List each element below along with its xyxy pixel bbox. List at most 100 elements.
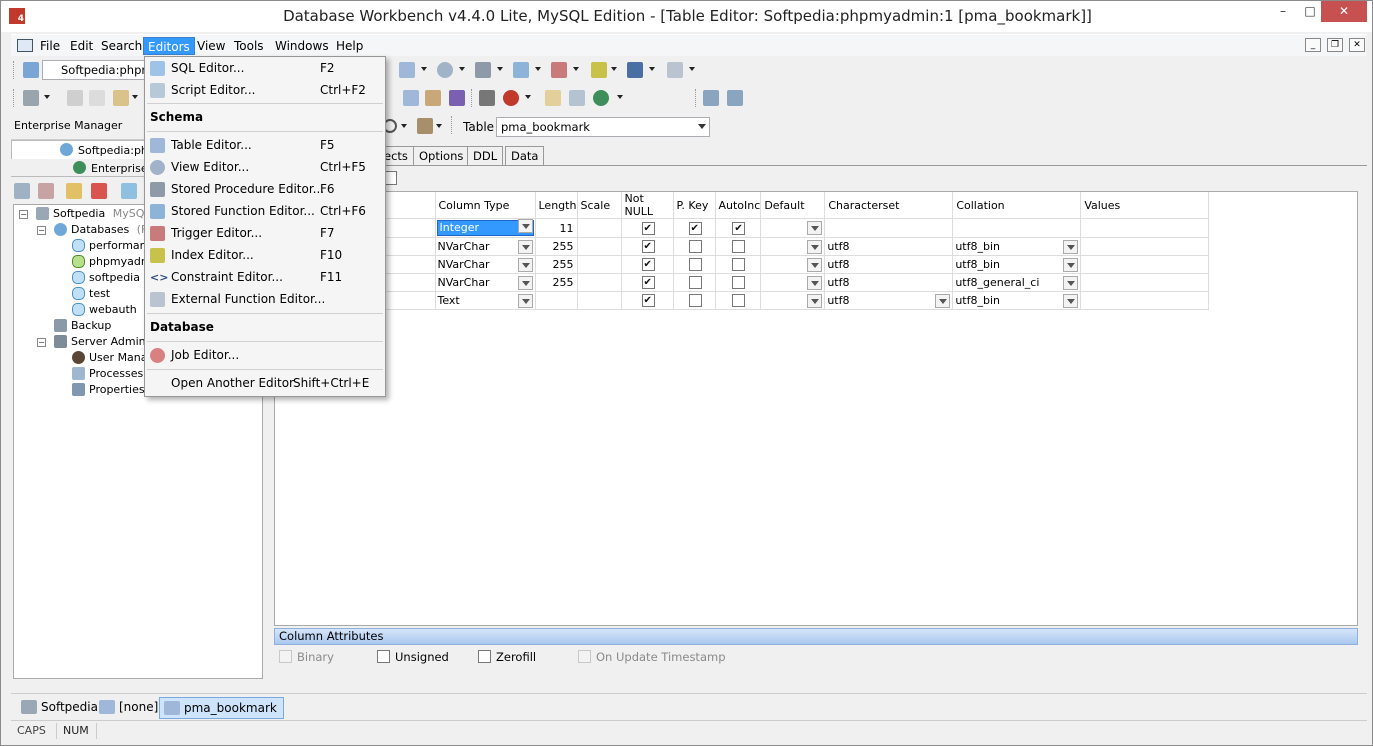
table-row[interactable]: NVarChar 255 utf8 utf8_general_ci [275, 273, 1210, 292]
cell-not-null[interactable] [621, 273, 674, 292]
cell-charset[interactable]: utf8 [824, 237, 954, 256]
cell-not-null[interactable] [621, 291, 674, 310]
folder-icon[interactable] [66, 183, 82, 199]
menu-search[interactable]: Search [97, 37, 146, 55]
cell-not-null[interactable] [621, 237, 674, 256]
menu-item-job-editor[interactable]: Job Editor... [147, 345, 383, 366]
table-row[interactable]: NVarChar 255 utf8 utf8_bin [275, 237, 1210, 256]
col-header-collation[interactable]: Collation [952, 192, 1082, 219]
cell-values[interactable] [1080, 255, 1210, 274]
menu-tools[interactable]: Tools [230, 37, 268, 55]
cell-length[interactable]: 255 [535, 273, 578, 292]
cell-values[interactable] [1080, 237, 1210, 256]
cell-type[interactable]: NVarChar [435, 237, 536, 256]
cell-pkey[interactable] [673, 255, 716, 274]
print-icon[interactable] [23, 90, 39, 106]
chevron-down-icon[interactable] [517, 276, 533, 290]
mdi-child-icon[interactable] [17, 39, 33, 52]
table-row[interactable]: Text utf8 utf8_bin [275, 291, 1210, 310]
cell-charset[interactable] [824, 218, 954, 238]
chevron-down-icon[interactable] [1063, 276, 1079, 290]
cell-scale[interactable] [577, 273, 622, 292]
chevron-down-icon[interactable] [517, 219, 533, 233]
cell-length[interactable]: 255 [535, 237, 578, 256]
cell-autoinc[interactable] [715, 218, 762, 238]
paste-icon[interactable] [113, 90, 129, 106]
autoinc-checkbox[interactable] [732, 276, 746, 290]
menu-windows[interactable]: Windows [271, 37, 333, 55]
cut-icon[interactable] [67, 90, 83, 106]
mdi-restore-button[interactable]: ❐ [1327, 38, 1343, 52]
menu-item-view-editor[interactable]: View Editor... Ctrl+F5 [147, 157, 383, 178]
cell-length[interactable]: 11 [535, 218, 578, 238]
chevron-down-icon[interactable] [617, 95, 623, 99]
cell-autoinc[interactable] [715, 255, 762, 274]
collapse-icon[interactable]: − [37, 226, 46, 235]
cell-not-null[interactable] [621, 255, 674, 274]
menu-item-open-another-editor[interactable]: Open Another Editor Shift+Ctrl+E [147, 373, 383, 394]
chevron-down-icon[interactable] [44, 95, 50, 99]
chevron-down-icon[interactable] [807, 276, 823, 290]
server-compare-icon[interactable] [727, 90, 743, 106]
not-null-checkbox[interactable] [641, 276, 655, 290]
mdi-close-button[interactable]: ✕ [1349, 38, 1365, 52]
menu-file[interactable]: File [36, 37, 64, 55]
tab-data[interactable]: Data [505, 146, 545, 165]
autoinc-checkbox[interactable] [732, 258, 746, 272]
menu-item-script-editor[interactable]: Script Editor... Ctrl+F2 [147, 80, 383, 101]
pkey-checkbox[interactable] [688, 221, 702, 235]
cell-default[interactable] [760, 237, 826, 256]
delete-icon[interactable] [91, 183, 107, 199]
cell-type[interactable]: Text [435, 291, 536, 310]
not-null-checkbox[interactable] [641, 258, 655, 272]
server-icon[interactable] [23, 62, 39, 78]
menu-item-sql-editor[interactable]: SQL Editor... F2 [147, 58, 383, 79]
chevron-down-icon[interactable] [807, 258, 823, 272]
view-icon[interactable] [437, 62, 453, 78]
tree-node-server[interactable]: Softpedia MySQL [36, 206, 151, 222]
mdi-minimize-button[interactable]: _ [1305, 38, 1321, 52]
task-none[interactable]: [none] [95, 697, 164, 719]
cell-values[interactable] [1080, 218, 1210, 238]
chevron-down-icon[interactable] [436, 124, 442, 128]
cell-scale[interactable] [577, 255, 622, 274]
cell-scale[interactable] [577, 291, 622, 310]
cell-default[interactable] [760, 273, 826, 292]
col-header-charset[interactable]: Characterset [824, 192, 954, 219]
cell-collation[interactable] [952, 218, 1082, 238]
zerofill-checkbox-box[interactable] [478, 650, 491, 663]
cell-autoinc[interactable] [715, 291, 762, 310]
book-icon[interactable] [425, 90, 441, 106]
menu-item-stored-function-editor[interactable]: Stored Function Editor... Ctrl+F6 [147, 201, 383, 222]
globe-icon[interactable] [593, 90, 609, 106]
pkey-checkbox[interactable] [688, 294, 702, 308]
tree-node-databases[interactable]: Databases (Fi [54, 222, 150, 238]
menu-item-constraint-editor[interactable]: <> Constraint Editor... F11 [147, 267, 383, 288]
function-icon[interactable] [513, 62, 529, 78]
procedure-icon[interactable] [475, 62, 491, 78]
collapse-icon[interactable]: − [19, 210, 28, 219]
cell-pkey[interactable] [673, 291, 716, 310]
tree-node-db[interactable]: webauth [72, 302, 137, 318]
cell-length[interactable]: 255 [535, 255, 578, 274]
table-row[interactable]: Integer 11 [275, 218, 1210, 238]
brush-icon[interactable] [449, 90, 465, 106]
unregister-server-icon[interactable] [38, 183, 54, 199]
tree-node-db[interactable]: test [72, 286, 110, 302]
cell-pkey[interactable] [673, 273, 716, 292]
unsigned-checkbox-box[interactable] [377, 650, 390, 663]
menu-view[interactable]: View [193, 37, 229, 55]
cell-scale[interactable] [577, 218, 622, 238]
tree-node-admin[interactable]: Properties [72, 382, 145, 398]
chevron-down-icon[interactable] [1063, 258, 1079, 272]
cell-type[interactable]: NVarChar [435, 255, 536, 274]
autoinc-checkbox[interactable] [732, 294, 746, 308]
tab-ddl[interactable]: DDL [467, 146, 504, 165]
col-header-pkey[interactable]: P. Key [673, 192, 716, 219]
record-icon[interactable] [503, 90, 519, 106]
tree-node-admin[interactable]: Processes [72, 366, 143, 382]
table-row[interactable]: NVarChar 255 utf8 utf8_bin [275, 255, 1210, 274]
menu-help[interactable]: Help [332, 37, 367, 55]
col-header-length[interactable]: Length [535, 192, 578, 219]
minimize-button[interactable]: – [1269, 1, 1297, 22]
